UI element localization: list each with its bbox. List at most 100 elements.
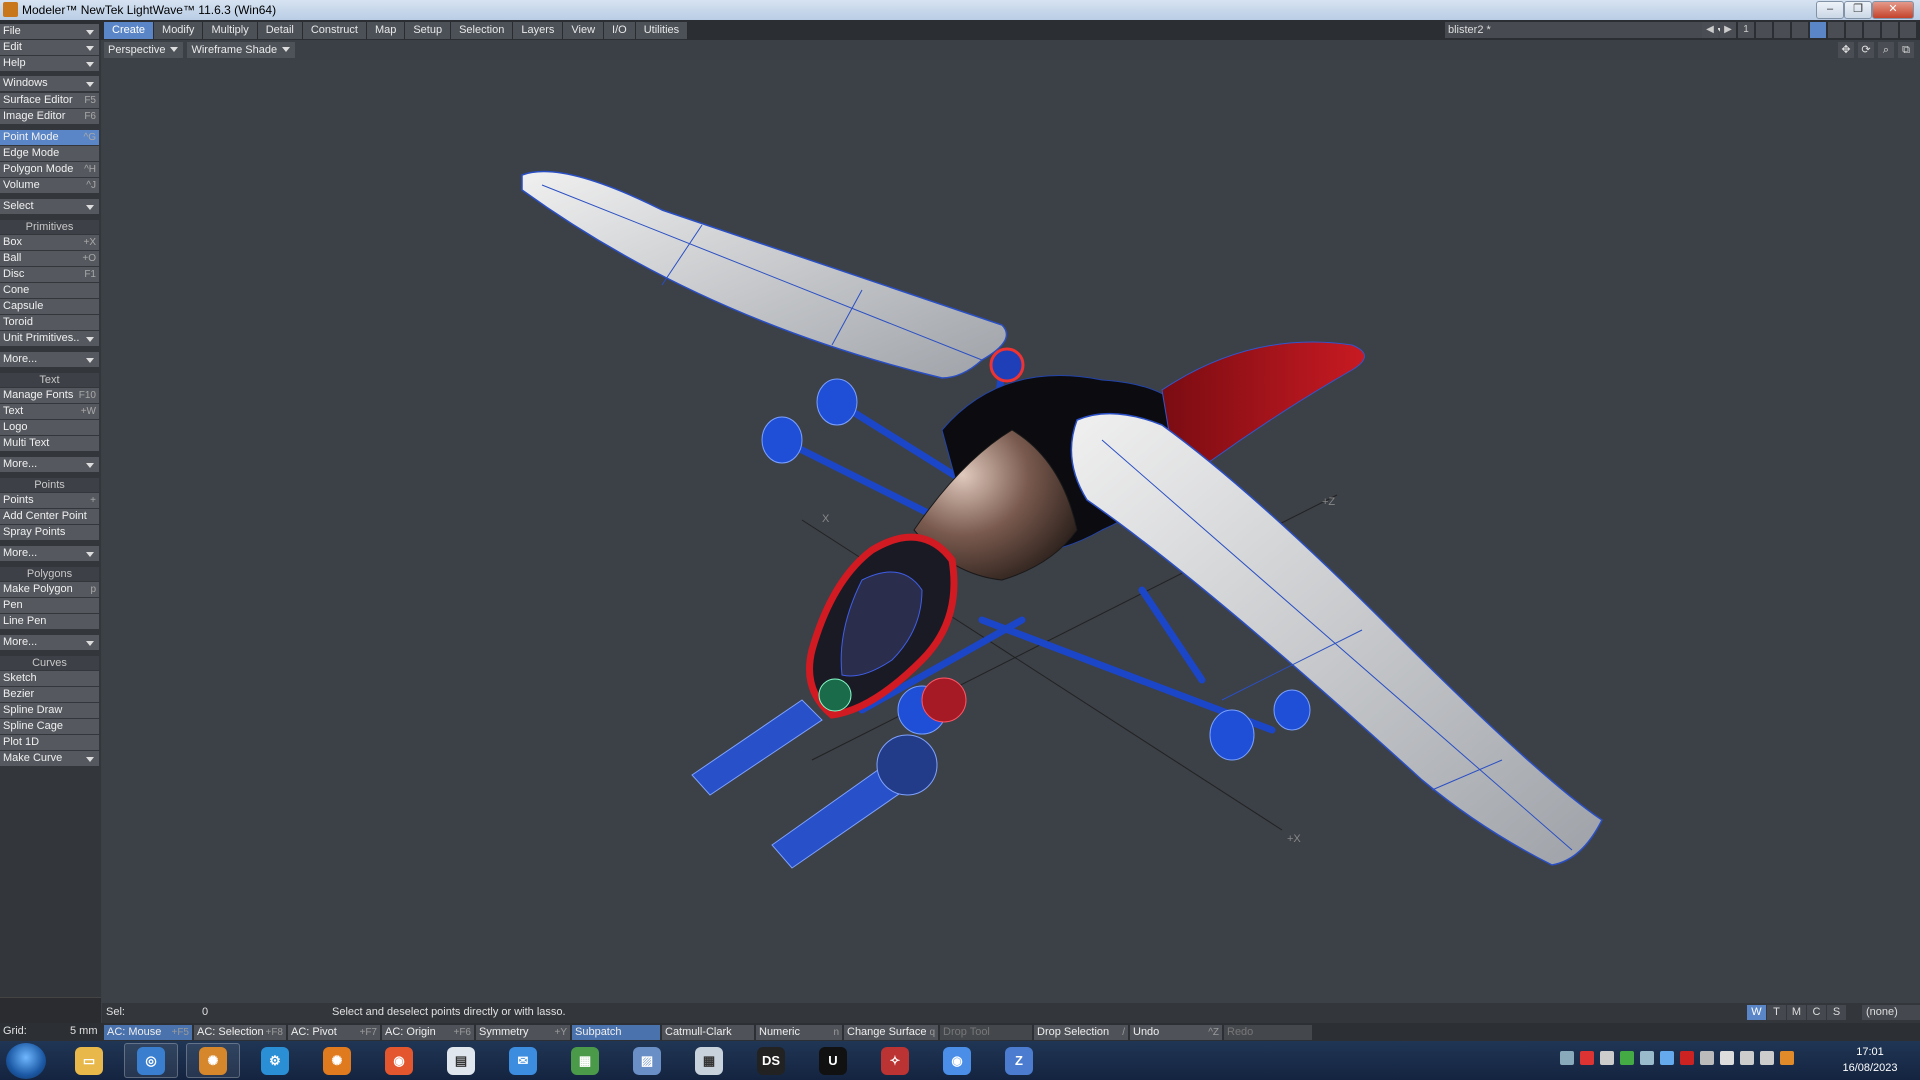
more-points-dropdown[interactable]: More... <box>0 546 99 561</box>
more-text-dropdown[interactable]: More... <box>0 457 99 472</box>
help-menu[interactable]: Help <box>0 56 99 71</box>
sidebar-item-add-center-point[interactable]: Add Center Point <box>0 509 99 524</box>
tab-setup[interactable]: Setup <box>405 22 452 39</box>
taskbar-lightwave-modeler[interactable]: ✺ <box>186 1043 240 1078</box>
sidebar-item-capsule[interactable]: Capsule <box>0 299 99 314</box>
volume-icon[interactable] <box>1760 1051 1774 1065</box>
tab-layers[interactable]: Layers <box>513 22 564 39</box>
sidebar-item-spray-points[interactable]: Spray Points <box>0 525 99 540</box>
layer-slot[interactable] <box>1828 22 1844 38</box>
layer-slot[interactable] <box>1810 22 1826 38</box>
sidebar-item-polygon-mode[interactable]: Polygon Mode ^H <box>0 162 99 177</box>
rotate-view-icon[interactable]: ⟳ <box>1858 42 1874 58</box>
display-toggle-w[interactable]: W <box>1747 1005 1766 1020</box>
ac-pivot-button[interactable]: AC: Pivot +F7 <box>288 1025 380 1040</box>
more-primitives-dropdown[interactable]: More... <box>0 352 99 367</box>
tab-detail[interactable]: Detail <box>257 22 303 39</box>
more-polygons-dropdown[interactable]: More... <box>0 635 99 650</box>
make-curve-dropdown[interactable]: Make Curve <box>0 751 99 766</box>
sidebar-item-cone[interactable]: Cone <box>0 283 99 298</box>
taskbar-daz-studio[interactable]: DS <box>744 1043 798 1078</box>
layer-slot[interactable] <box>1900 22 1916 38</box>
next-layer-button[interactable]: ▶ <box>1720 22 1736 38</box>
layer-slot[interactable] <box>1864 22 1880 38</box>
layer-slot[interactable] <box>1846 22 1862 38</box>
layer-slot[interactable] <box>1774 22 1790 38</box>
taskbar-chrome[interactable]: ◉ <box>930 1043 984 1078</box>
sidebar-item-logo[interactable]: Logo <box>0 420 99 435</box>
tab-construct[interactable]: Construct <box>302 22 367 39</box>
symmetry-button[interactable]: Symmetry +Y <box>476 1025 570 1040</box>
tab-i-o[interactable]: I/O <box>604 22 636 39</box>
tray-icon[interactable] <box>1620 1051 1634 1065</box>
sidebar-item-plot-1d[interactable]: Plot 1D <box>0 735 99 750</box>
tab-view[interactable]: View <box>563 22 605 39</box>
catmull-clark-button[interactable]: Catmull-Clark <box>662 1025 754 1040</box>
taskbar-firefox[interactable]: ◉ <box>372 1043 426 1078</box>
taskbar-hub[interactable]: ⚙ <box>248 1043 302 1078</box>
taskbar-unreal[interactable]: U <box>806 1043 860 1078</box>
clock[interactable]: 17:01 16/08/2023 <box>1830 1044 1910 1076</box>
tab-selection[interactable]: Selection <box>451 22 514 39</box>
redo-button[interactable]: Redo <box>1224 1025 1312 1040</box>
tray-icon[interactable] <box>1780 1051 1794 1065</box>
display-toggle-t[interactable]: T <box>1767 1005 1786 1020</box>
layer-slot[interactable] <box>1792 22 1808 38</box>
vertex-map-dropdown[interactable]: (none) <box>1862 1005 1920 1020</box>
sidebar-item-toroid[interactable]: Toroid <box>0 315 99 330</box>
network-icon[interactable] <box>1740 1051 1754 1065</box>
taskbar-explorer[interactable]: ▭ <box>62 1043 116 1078</box>
sidebar-item-disc[interactable]: Disc F1 <box>0 267 99 282</box>
object-name-dropdown[interactable]: blister2 * <box>1445 22 1730 38</box>
layer-slot[interactable] <box>1882 22 1898 38</box>
sidebar-item-points[interactable]: Points + <box>0 493 99 508</box>
sidebar-item-image-editor[interactable]: Image Editor F6 <box>0 109 99 124</box>
taskbar-blender-like[interactable]: ✺ <box>310 1043 364 1078</box>
sidebar-item-edge-mode[interactable]: Edge Mode <box>0 146 99 161</box>
sidebar-item-manage-fonts[interactable]: Manage Fonts F10 <box>0 388 99 403</box>
layer-slot[interactable] <box>1756 22 1772 38</box>
perspective-viewport[interactable]: X +Z +X <box>102 60 1920 1003</box>
select-dropdown[interactable]: Select <box>0 199 99 214</box>
sidebar-item-volume[interactable]: Volume ^J <box>0 178 99 193</box>
taskbar-monitor[interactable]: ▦ <box>558 1043 612 1078</box>
taskbar-davinci[interactable]: ✧ <box>868 1043 922 1078</box>
taskbar-notepad[interactable]: ▤ <box>434 1043 488 1078</box>
undo-button[interactable]: Undo ^Z <box>1130 1025 1222 1040</box>
numeric-button[interactable]: Numeric n <box>756 1025 842 1040</box>
maximize-view-icon[interactable]: ⧉ <box>1898 42 1914 58</box>
move-view-icon[interactable]: ✥ <box>1838 42 1854 58</box>
sidebar-item-box[interactable]: Box +X <box>0 235 99 250</box>
ac-origin-button[interactable]: AC: Origin +F6 <box>382 1025 474 1040</box>
drop-selection-button[interactable]: Drop Selection / <box>1034 1025 1128 1040</box>
sidebar-item-sketch[interactable]: Sketch <box>0 671 99 686</box>
tab-modify[interactable]: Modify <box>154 22 204 39</box>
taskbar-pictures[interactable]: ▨ <box>620 1043 674 1078</box>
layer-number[interactable]: 1 <box>1738 22 1754 38</box>
tray-icon[interactable] <box>1680 1051 1694 1065</box>
tray-icon[interactable] <box>1640 1051 1654 1065</box>
tray-icon[interactable] <box>1600 1051 1614 1065</box>
windows-menu[interactable]: Windows <box>0 76 99 91</box>
flag-icon[interactable] <box>1720 1051 1734 1065</box>
display-toggle-m[interactable]: M <box>1787 1005 1806 1020</box>
sidebar-item-text[interactable]: Text +W <box>0 404 99 419</box>
zoom-view-icon[interactable]: ⌕ <box>1878 42 1894 58</box>
tab-create[interactable]: Create <box>104 22 155 39</box>
display-toggle-c[interactable]: C <box>1807 1005 1826 1020</box>
sidebar-item-point-mode[interactable]: Point Mode ^G <box>0 130 99 145</box>
taskbar-lightwave-layout[interactable]: ◎ <box>124 1043 178 1078</box>
sidebar-item-line-pen[interactable]: Line Pen <box>0 614 99 629</box>
ac-selection-button[interactable]: AC: Selection +F8 <box>194 1025 286 1040</box>
prev-layer-button[interactable]: ◀ <box>1702 22 1718 38</box>
maximize-button[interactable]: ❐ <box>1844 1 1872 19</box>
display-toggle-s[interactable]: S <box>1827 1005 1846 1020</box>
edit-menu[interactable]: Edit <box>0 40 99 55</box>
tab-utilities[interactable]: Utilities <box>635 22 689 39</box>
taskbar-terminal[interactable]: Z <box>992 1043 1046 1078</box>
sidebar-item-bezier[interactable]: Bezier <box>0 687 99 702</box>
close-button[interactable]: ✕ <box>1872 1 1914 19</box>
tray-icon[interactable] <box>1660 1051 1674 1065</box>
sidebar-item-spline-draw[interactable]: Spline Draw <box>0 703 99 718</box>
sidebar-item-make-polygon[interactable]: Make Polygon p <box>0 582 99 597</box>
